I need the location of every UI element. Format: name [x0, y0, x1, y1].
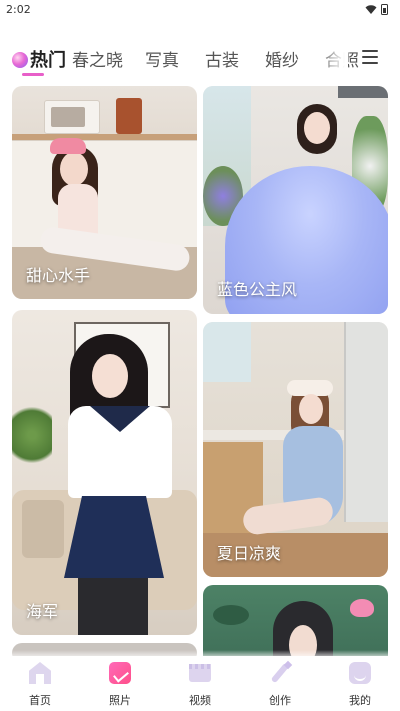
- card-title: 海军: [26, 602, 59, 621]
- nav-label: 首页: [29, 694, 51, 707]
- wifi-icon: [365, 4, 377, 14]
- nav-label: 照片: [109, 694, 131, 707]
- active-tab-indicator: [22, 73, 44, 76]
- status-icons: [365, 4, 388, 15]
- style-card[interactable]: 蓝色公主风: [203, 86, 388, 314]
- tab-wedding[interactable]: 婚纱: [265, 46, 299, 71]
- tab-fade: [318, 36, 348, 82]
- nav-home[interactable]: 首页: [0, 656, 80, 711]
- profile-icon: [349, 662, 371, 684]
- card-title: 甜心水手: [26, 266, 91, 285]
- bottom-nav: 首页 照片 视频 创作 我的: [0, 656, 400, 711]
- category-tabs: 热门 春之晓 写真 古装 婚纱 合照: [0, 36, 400, 82]
- menu-icon[interactable]: [362, 50, 378, 64]
- nav-label: 我的: [349, 694, 371, 707]
- status-bar: 2:02: [0, 0, 400, 22]
- nav-profile[interactable]: 我的: [320, 656, 400, 711]
- nav-label: 视频: [189, 694, 211, 707]
- nav-create[interactable]: 创作: [240, 656, 320, 711]
- tab-spring-dawn[interactable]: 春之晓: [72, 46, 123, 71]
- style-card[interactable]: 甜心水手: [12, 86, 197, 299]
- tab-portrait[interactable]: 写真: [145, 46, 179, 71]
- hot-dot-icon: [12, 52, 28, 68]
- tab-hot[interactable]: 热门: [12, 46, 66, 72]
- video-icon: [189, 664, 211, 682]
- home-icon: [29, 662, 51, 684]
- tab-ancient-costume[interactable]: 古装: [205, 46, 239, 71]
- nav-photos[interactable]: 照片: [80, 656, 160, 711]
- photos-icon: [109, 662, 131, 684]
- create-icon: [269, 662, 291, 684]
- style-card[interactable]: 夏日凉爽: [203, 322, 388, 577]
- tab-label: 写真: [145, 51, 179, 71]
- style-card[interactable]: 海军: [12, 310, 197, 635]
- tab-label: 古装: [205, 51, 239, 71]
- card-title: 蓝色公主风: [217, 280, 298, 299]
- tab-label: 婚纱: [265, 51, 299, 71]
- tab-label: 热门: [30, 50, 66, 71]
- tab-label: 春之晓: [72, 51, 123, 71]
- status-time: 2:02: [6, 3, 31, 16]
- battery-icon: [381, 4, 388, 15]
- card-title: 夏日凉爽: [217, 544, 282, 563]
- nav-label: 创作: [269, 694, 291, 707]
- nav-video[interactable]: 视频: [160, 656, 240, 711]
